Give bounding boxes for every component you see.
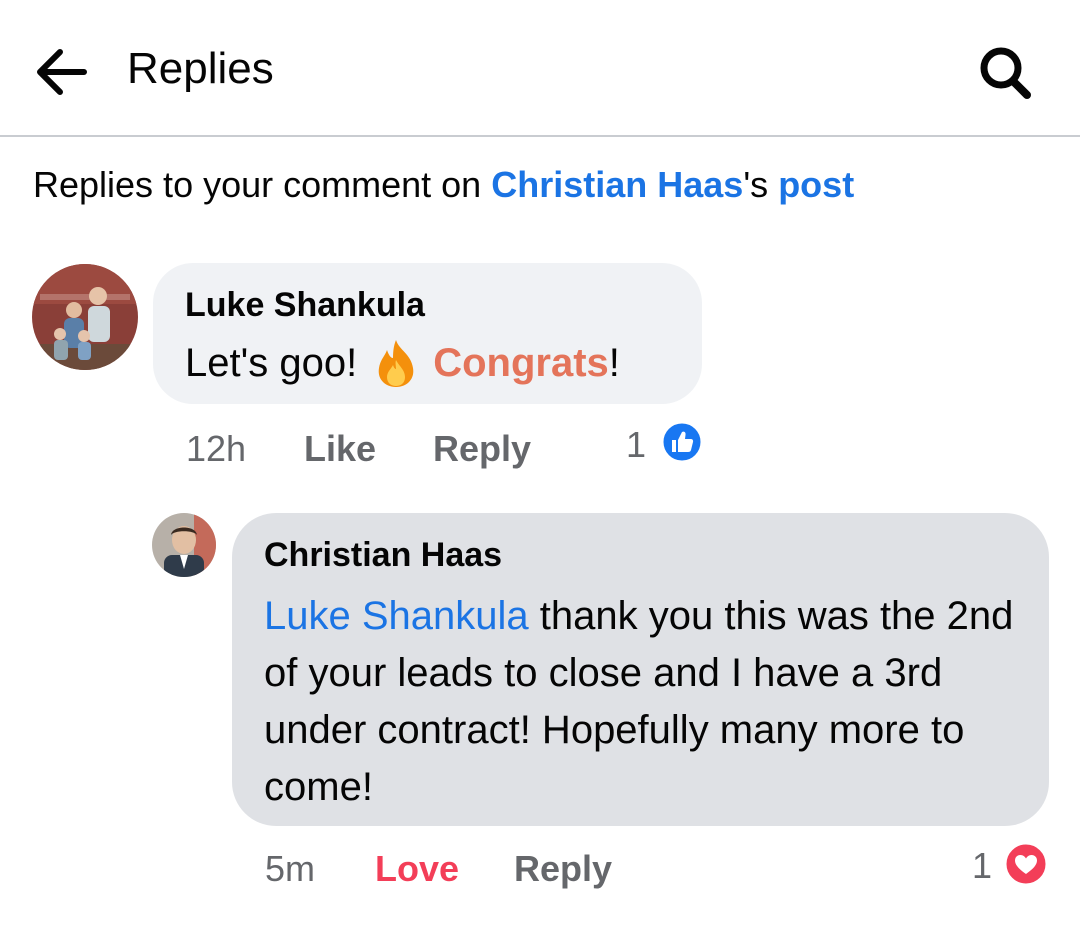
reply-button[interactable]: Reply bbox=[514, 848, 612, 890]
context-line: Replies to your comment on Christian Haa… bbox=[33, 164, 854, 206]
comment-text-start: Let's goo! bbox=[185, 340, 358, 385]
comment-text: Let's goo! Congrats! bbox=[185, 338, 620, 388]
comment-actions: 12h Like Reply bbox=[186, 428, 586, 472]
context-prefix: Replies to your comment on bbox=[33, 164, 492, 205]
avatar[interactable] bbox=[32, 264, 138, 370]
reaction-count: 1 bbox=[972, 845, 993, 886]
avatar[interactable] bbox=[152, 513, 216, 577]
user-mention[interactable]: Luke Shankula bbox=[264, 594, 529, 638]
love-reaction-icon[interactable] bbox=[1003, 841, 1049, 887]
comment-timestamp: 5m bbox=[265, 848, 316, 889]
comment-author[interactable]: Luke Shankula bbox=[185, 286, 425, 325]
reaction-count: 1 bbox=[626, 424, 647, 465]
context-possessive: 's bbox=[743, 164, 779, 205]
like-button[interactable]: Like bbox=[304, 428, 376, 470]
comment-text-end: ! bbox=[608, 340, 620, 385]
love-button[interactable]: Love bbox=[375, 848, 459, 890]
top-bar: Replies bbox=[0, 0, 1080, 137]
reply-button[interactable]: Reply bbox=[433, 428, 531, 470]
congrats-text[interactable]: Congrats bbox=[433, 341, 609, 386]
post-link[interactable]: post bbox=[778, 164, 854, 205]
search-button[interactable] bbox=[972, 40, 1036, 104]
arrow-left-icon bbox=[37, 49, 87, 95]
search-icon bbox=[980, 47, 1031, 99]
comment-author[interactable]: Christian Haas bbox=[264, 536, 502, 575]
page-title: Replies bbox=[127, 44, 274, 93]
like-reaction-icon[interactable] bbox=[660, 420, 704, 464]
comment-timestamp: 12h bbox=[186, 428, 247, 469]
comment-actions: 5m Love Reply bbox=[265, 848, 685, 892]
comment-text: Luke Shankula thank you this was the 2nd… bbox=[264, 588, 1024, 816]
back-button[interactable] bbox=[30, 40, 94, 104]
fire-icon bbox=[373, 338, 419, 388]
post-author-link[interactable]: Christian Haas bbox=[491, 164, 743, 205]
